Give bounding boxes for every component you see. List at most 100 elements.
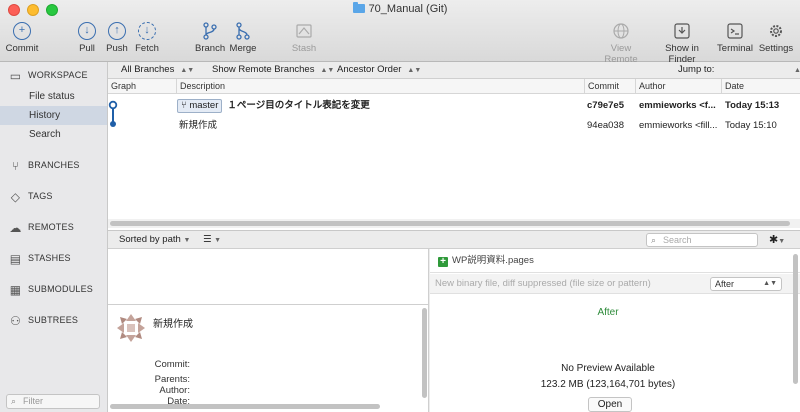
commit-description: １ページ目のタイトル表記を変更 [227, 100, 370, 111]
fetch-button[interactable]: Fetch [134, 22, 160, 58]
commit-hash: 94ea038 [587, 120, 624, 131]
diff-view: + WP説明資料.pages New binary file, diff supp… [430, 249, 800, 412]
gear-icon [770, 25, 782, 37]
view-remote-button[interactable]: View Remote [594, 22, 648, 65]
diff-view-select[interactable]: After ▲▼ [710, 277, 782, 291]
scrollbar-thumb[interactable] [793, 254, 798, 384]
branches-select[interactable]: All Branches ▲▼ [121, 62, 194, 79]
gear-icon: ✱ [769, 234, 779, 246]
after-label: After [597, 307, 619, 318]
table-row[interactable]: 新規作成 94ea038 emmieworks <fill... Today 1… [108, 116, 800, 135]
branch-button[interactable]: Branch [195, 22, 225, 58]
folder-icon [352, 2, 365, 13]
sidebar-item-history[interactable]: History [0, 106, 107, 125]
detail-scrollbar[interactable] [421, 306, 428, 400]
author-label: Author: [159, 385, 190, 396]
terminal-icon [727, 23, 743, 39]
sidebar-filter-input[interactable]: ⌕ Filter [6, 394, 100, 409]
commit-list: Graph Description Commit Author Date ⑂ m… [108, 79, 800, 230]
commit-author: emmieworks <fill... [639, 120, 718, 131]
sidebar-stashes-header[interactable]: ▤ STASHES [8, 249, 71, 267]
merge-icon [236, 22, 250, 40]
chevron-down-icon: ▼ [778, 238, 786, 245]
view-mode-select[interactable]: ☰ ▼ [203, 231, 221, 250]
fetch-icon [138, 22, 156, 40]
column-date[interactable]: Date [722, 79, 800, 94]
toolbar: 70_Manual (Git) Commit Pull Push Fetch B… [0, 0, 800, 65]
monitor-icon: ▭ [9, 69, 22, 83]
diff-message-bar: New binary file, diff suppressed (file s… [430, 274, 800, 294]
order-select[interactable]: Ancestor Order ▲▼ [337, 62, 421, 79]
file-sort-bar: Sorted by path ▼ ☰ ▼ ⌕ Search ✱▼ [108, 230, 800, 249]
commit-detail: 新規作成 Commit: Parents: Author: Date: [108, 304, 429, 412]
search-icon: ⌕ [651, 235, 657, 245]
chevron-down-icon: ▼ [183, 237, 191, 244]
detail-horizontal-scrollbar[interactable] [108, 402, 428, 410]
terminal-button[interactable]: Terminal [716, 22, 754, 58]
sidebar-submodules-header[interactable]: ▦ SUBMODULES [8, 280, 93, 298]
commit-button[interactable]: Commit [5, 22, 39, 58]
actions-menu[interactable]: ✱▼ [769, 231, 785, 251]
diff-scrollbar[interactable] [792, 252, 799, 402]
sidebar-item-file-status[interactable]: File status [0, 87, 107, 106]
commit-message: 新規作成 [153, 319, 193, 330]
column-author[interactable]: Author [636, 79, 722, 94]
diff-file-header: + WP説明資料.pages [430, 249, 800, 273]
changed-files-list[interactable] [108, 249, 429, 304]
commit-description: 新規作成 [179, 120, 218, 131]
stash-icon: ▤ [9, 252, 22, 266]
chevron-down-icon: ▼ [214, 237, 222, 244]
column-commit[interactable]: Commit [585, 79, 636, 94]
history-filter-bar: All Branches ▲▼ Show Remote Branches ▲▼ An… [108, 62, 800, 79]
scrollbar-thumb[interactable] [110, 404, 380, 409]
added-file-icon: + [438, 257, 448, 267]
show-in-finder-button[interactable]: Show in Finder [652, 22, 712, 65]
finder-icon [674, 23, 690, 39]
search-input[interactable]: ⌕ Search [646, 233, 758, 247]
chevron-updown-icon: ▲▼ [180, 67, 195, 74]
branch-icon: ⑂ [11, 159, 20, 173]
branch-icon [203, 22, 217, 40]
pull-icon [78, 22, 96, 40]
list-icon: ☰ [203, 234, 212, 245]
avatar [116, 313, 146, 343]
commit-hash: c79e7e5 [587, 100, 624, 111]
commit-label: Commit: [154, 359, 190, 370]
sidebar-remotes-header[interactable]: ☁ REMOTES [8, 218, 74, 236]
push-icon [108, 22, 126, 40]
sort-select[interactable]: Sorted by path ▼ [119, 231, 190, 250]
file-size-text: 123.2 MB (123,164,701 bytes) [540, 379, 676, 390]
sidebar-branches-header[interactable]: ⑂ BRANCHES [8, 156, 80, 174]
merge-button[interactable]: Merge [229, 22, 257, 58]
tag-icon: ◇ [10, 190, 21, 204]
sidebar-workspace-header[interactable]: ▭ WORKSPACE [8, 66, 88, 84]
search-icon: ⌕ [11, 396, 17, 406]
scrollbar-thumb[interactable] [422, 308, 427, 398]
commit-list-scrollbar[interactable] [108, 219, 800, 228]
jump-to-label: Jump to: [678, 64, 715, 75]
sidebar-tags-header[interactable]: ◇ TAGS [8, 187, 53, 205]
table-row[interactable]: ⑂ master １ページ目のタイトル表記を変更 c79e7e5 emmiewor… [108, 96, 800, 115]
stash-icon [296, 24, 312, 38]
pull-button[interactable]: Pull [76, 22, 98, 58]
column-graph[interactable]: Graph [108, 79, 177, 94]
scrollbar-thumb[interactable] [110, 221, 790, 226]
jump-to-select[interactable]: ▲▼ [788, 62, 800, 79]
sidebar-item-search[interactable]: Search [0, 125, 107, 144]
stash-button[interactable]: Stash [290, 22, 318, 58]
subtree-icon: ⚇ [10, 314, 21, 328]
column-description[interactable]: Description [177, 79, 585, 94]
cloud-icon: ☁ [9, 221, 22, 235]
open-button[interactable]: Open [588, 397, 632, 412]
commit-icon [13, 22, 31, 40]
remote-branches-select[interactable]: Show Remote Branches ▲▼ [212, 62, 334, 79]
branch-badge[interactable]: ⑂ master [177, 99, 223, 113]
chevron-updown-icon: ▲▼ [794, 67, 800, 74]
settings-button[interactable]: Settings [757, 22, 795, 58]
parents-label: Parents: [154, 374, 190, 385]
globe-icon [613, 23, 629, 39]
commit-date: Today 15:13 [725, 100, 780, 111]
sidebar-subtrees-header[interactable]: ⚇ SUBTREES [8, 311, 78, 329]
chevron-updown-icon: ▲▼ [763, 280, 777, 287]
push-button[interactable]: Push [104, 22, 130, 58]
